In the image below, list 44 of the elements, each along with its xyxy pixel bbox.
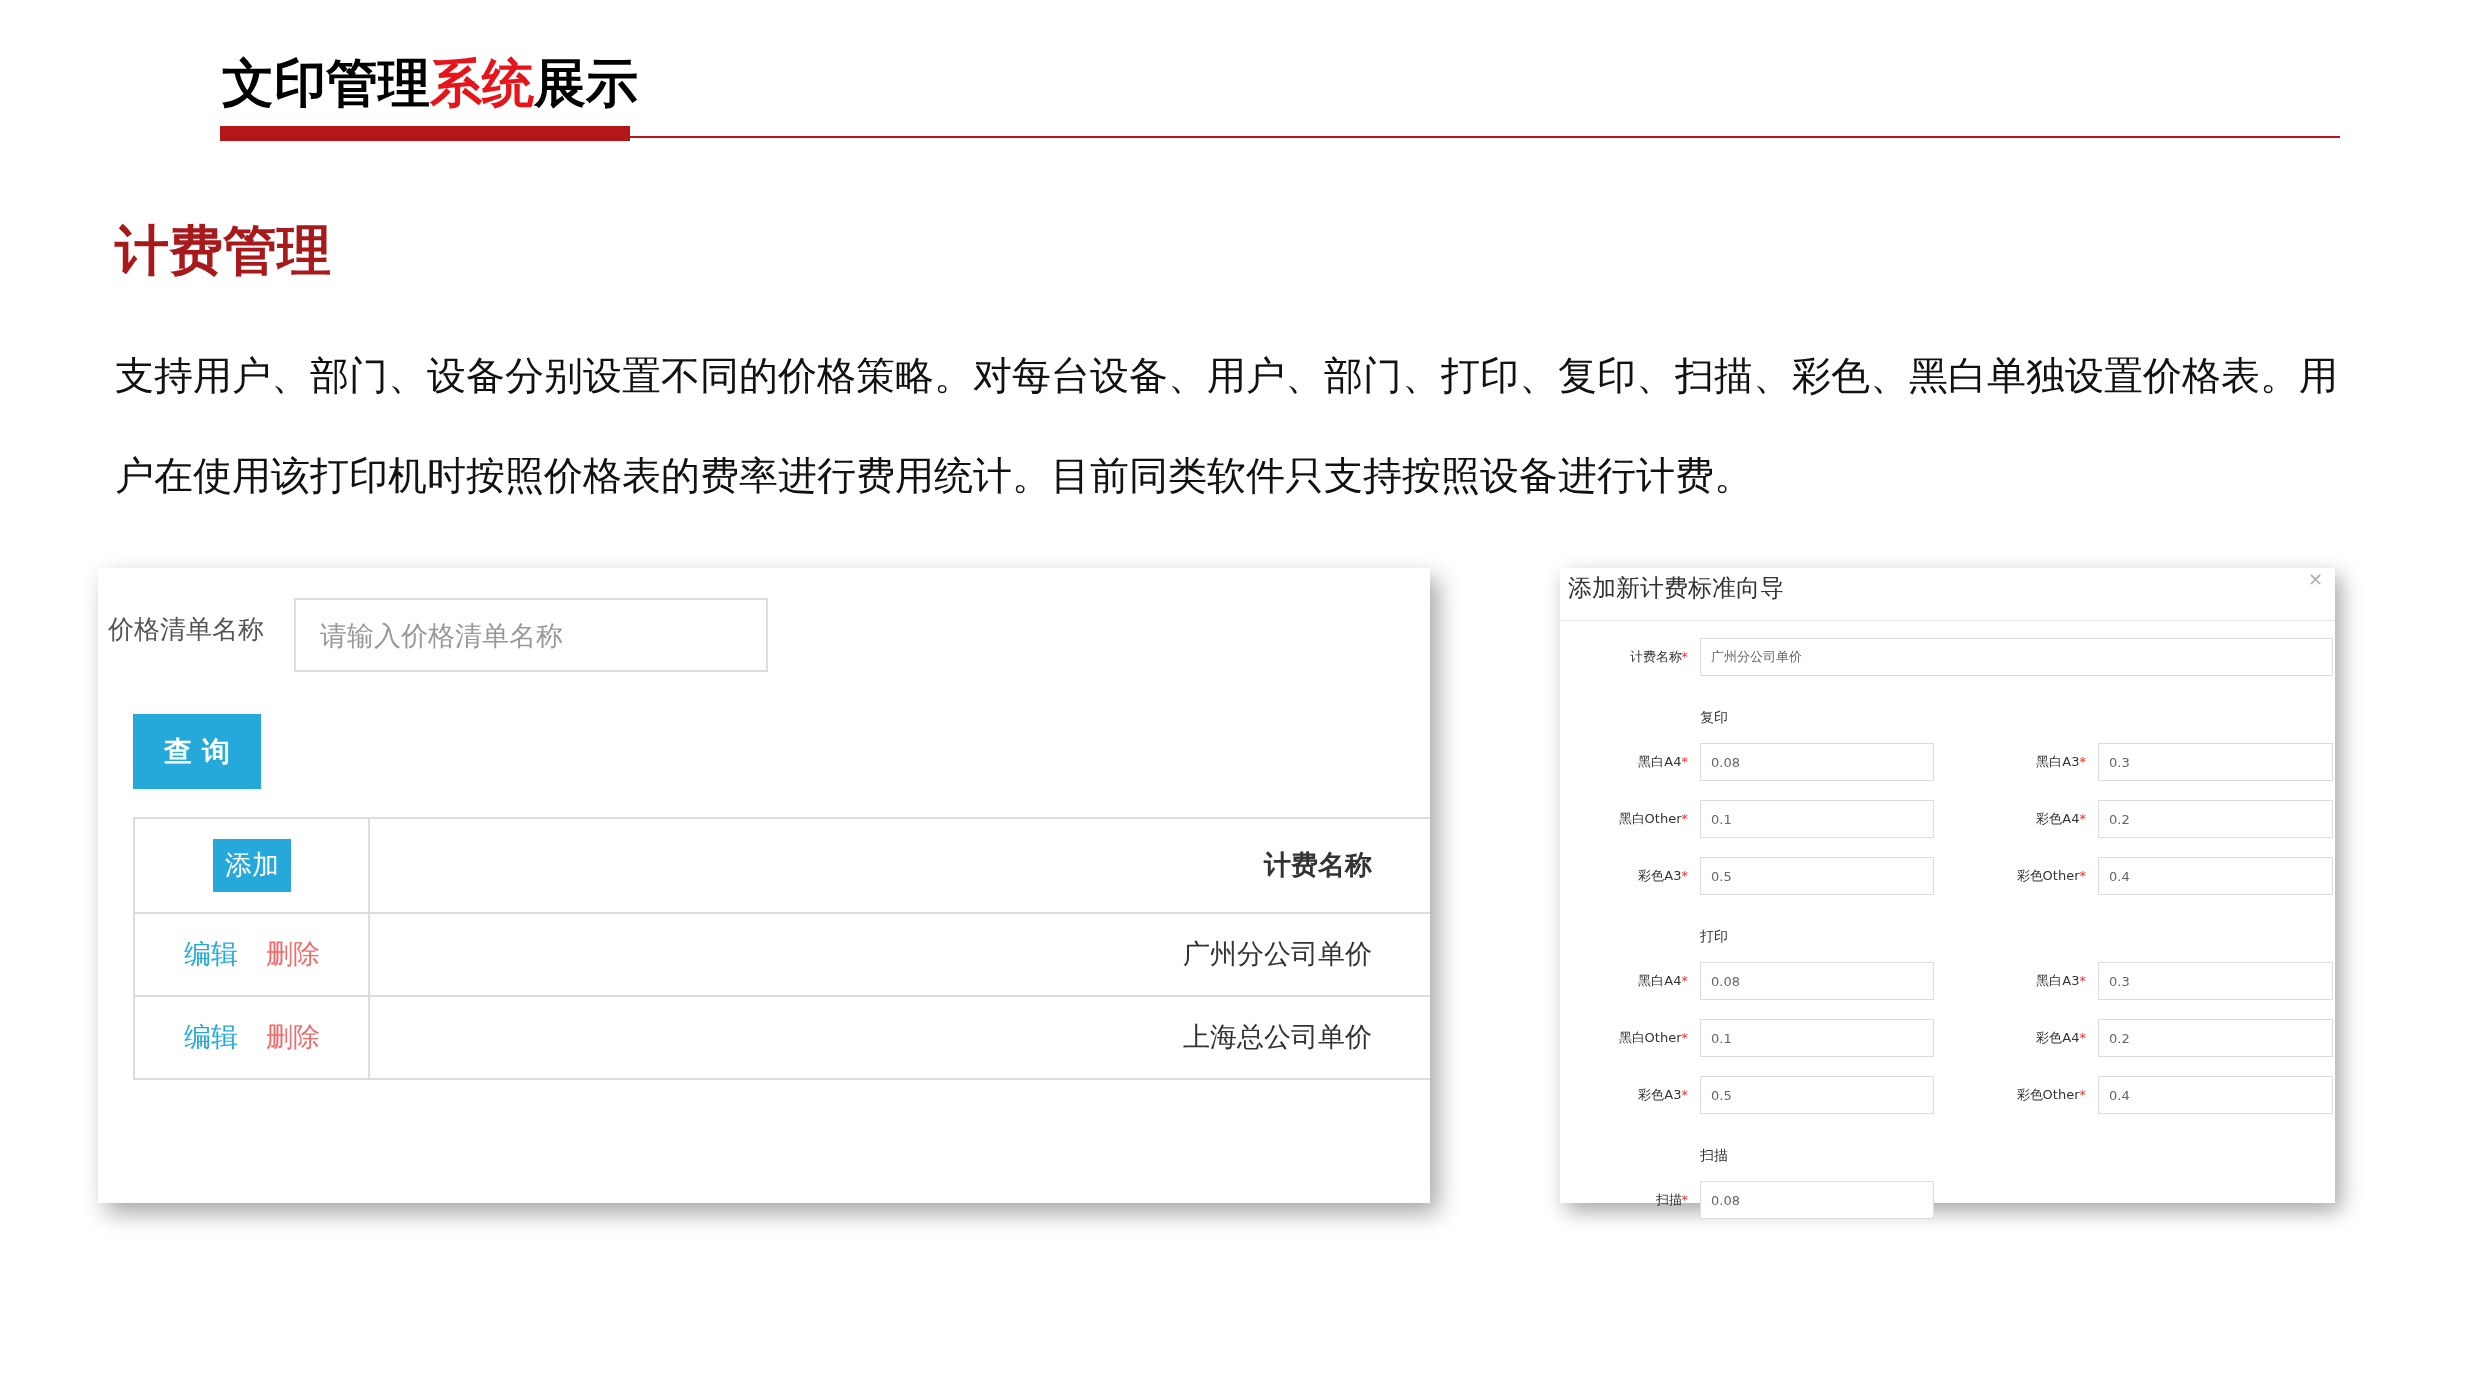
field-label: 彩色A4*: [2035, 1029, 2086, 1048]
field-label: 黑白A3*: [2035, 972, 2086, 991]
price-input-field[interactable]: 0.3: [2098, 962, 2333, 1001]
field-label: 彩色A3*: [1637, 867, 1688, 886]
dialog-title: 添加新计费标准向导: [1568, 574, 1784, 603]
field-label: 彩色A3*: [1637, 1086, 1688, 1105]
title-highlight-text: 系统: [430, 53, 534, 113]
price-input-field[interactable]: 0.4: [2098, 857, 2333, 896]
delete-link[interactable]: 删除: [265, 938, 320, 970]
price-input-field[interactable]: 0.08: [1700, 1181, 1934, 1220]
price-input-field[interactable]: 0.3: [2098, 743, 2333, 782]
price-input-field[interactable]: 0.08: [1700, 743, 1934, 782]
title-text: 展示: [534, 53, 638, 113]
delete-link[interactable]: 删除: [265, 1021, 320, 1053]
section-label: 复印: [1700, 708, 1728, 728]
field-label: 计费名称*: [1628, 648, 1688, 667]
description-paragraph: 支持用户、部门、设备分别设置不同的价格策略。对每台设备、用户、部门、打印、复印、扫描、彩色、黑白单独设置价格表。用户在使用该打印机时按照价格表的费率进行费用统计。目前同类软件只支持按照设备进行计费。: [115, 352, 2339, 501]
price-input-field[interactable]: 0.2: [2098, 1019, 2333, 1058]
name-input-field[interactable]: 广州分公司单价: [1700, 638, 2333, 677]
column-header: 计费名称: [369, 818, 1430, 914]
field-label: 彩色Other*: [2015, 1086, 2086, 1105]
filter-input-field[interactable]: 请输入价格清单名称: [294, 598, 768, 673]
price-input-field[interactable]: 0.5: [1700, 1076, 1934, 1115]
section-label: 扫描: [1700, 1146, 1728, 1166]
section-label: 打印: [1700, 927, 1728, 947]
table-cell: 上海总公司单价: [369, 996, 1430, 1080]
section-heading: 计费管理: [115, 219, 331, 285]
field-label: 黑白Other*: [1617, 1029, 1688, 1048]
price-input-field[interactable]: 0.1: [1700, 1019, 1934, 1058]
table-cell: 广州分公司单价: [369, 913, 1430, 997]
field-label: 扫描*: [1654, 1191, 1688, 1210]
price-input-field[interactable]: 0.5: [1700, 857, 1934, 896]
title-text: 文印管理: [222, 53, 430, 113]
field-label: 黑白A4*: [1637, 972, 1688, 991]
price-input-field[interactable]: 0.4: [2098, 1076, 2333, 1115]
field-label: 彩色Other*: [2015, 867, 2086, 886]
price-input-field[interactable]: 0.08: [1700, 962, 1934, 1001]
field-label: 彩色A4*: [2035, 810, 2086, 829]
price-input-field[interactable]: 0.2: [2098, 800, 2333, 839]
field-label: 黑白Other*: [1617, 810, 1688, 829]
filter-label: 价格清单名称: [108, 613, 264, 647]
field-label: 黑白A4*: [1637, 753, 1688, 772]
field-label: 黑白A3*: [2035, 753, 2086, 772]
price-input-field[interactable]: 0.1: [1700, 800, 1934, 839]
